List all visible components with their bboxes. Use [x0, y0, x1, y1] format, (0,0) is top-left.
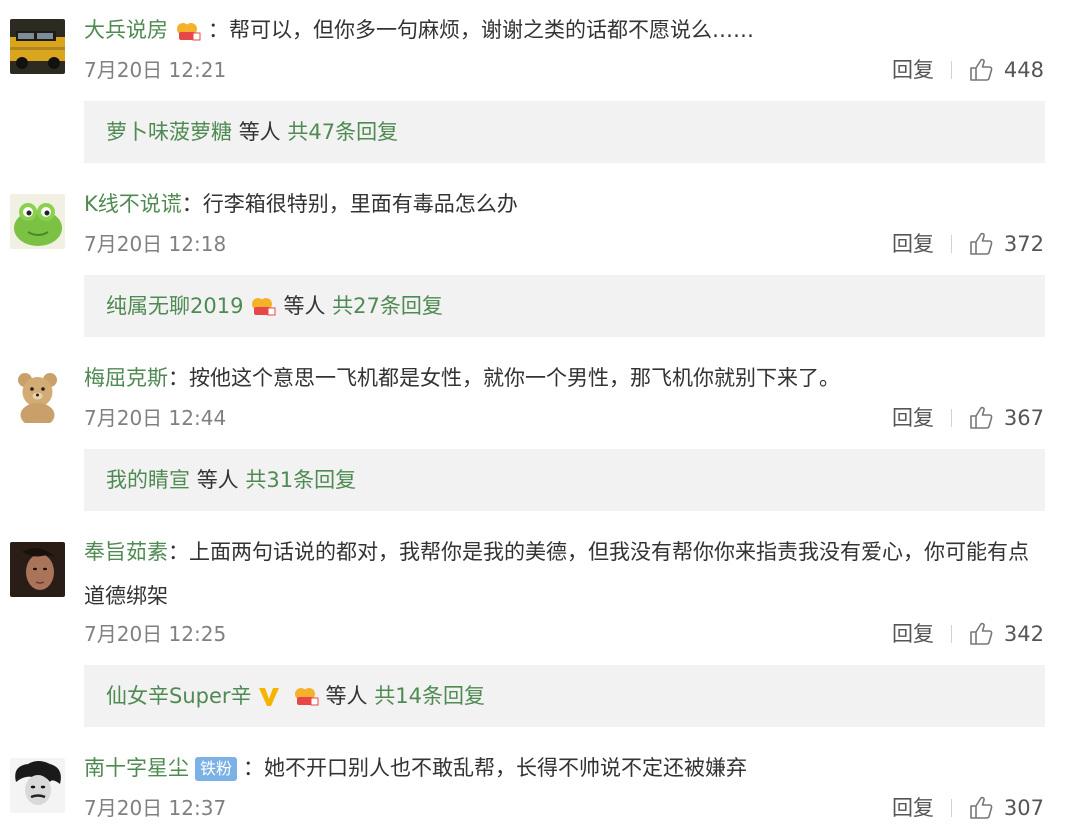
comment-content: 行李箱很特别，里面有毒品怎么办: [202, 192, 518, 216]
member-badge-icon: [294, 688, 319, 706]
reply-button[interactable]: 回复: [892, 55, 934, 85]
divider: [951, 799, 952, 817]
reply-preview[interactable]: 纯属无聊2019 等人 共27条回复: [84, 275, 1045, 337]
comment-meta: 7月20日 12:25 回复 342: [84, 619, 1044, 649]
avatar[interactable]: [10, 194, 65, 249]
timestamp: 7月20日 12:21: [84, 58, 227, 82]
comment-content: 上面两句话说的都对，我帮你是我的美德，但我没有帮你你来指责我没有爱心，你可能有点…: [84, 540, 1029, 608]
comment-meta: 7月20日 12:18 回复 372: [84, 229, 1044, 259]
comment-text: 奉旨茹素：上面两句话说的都对，我帮你是我的美德，但我没有帮你你来指责我没有爱心，…: [84, 540, 1029, 608]
comment-content: 按他这个意思一飞机都是女性，就你一个男性，那飞机你就别下来了。: [189, 366, 840, 390]
fan-badge: 铁粉: [195, 757, 238, 781]
reply-button[interactable]: 回复: [892, 403, 934, 433]
verified-v-icon: [258, 688, 279, 706]
divider: [951, 235, 952, 253]
reply-user-link[interactable]: 仙女辛Super辛: [106, 665, 252, 727]
comment-meta: 7月20日 12:37 回复 307: [84, 793, 1044, 823]
thumbs-up-icon: [970, 232, 993, 255]
einstein-avatar-icon: [10, 758, 65, 813]
like-count: 367: [1003, 406, 1044, 430]
avatar[interactable]: [10, 542, 65, 597]
teddy-bear-avatar-icon: [10, 368, 65, 423]
thumbs-up-icon: [970, 622, 993, 645]
reply-count-link[interactable]: 共14条回复: [374, 665, 485, 727]
avatar[interactable]: [10, 19, 65, 74]
thumbs-up-icon: [970, 406, 993, 429]
comment-meta: 7月20日 12:21 回复 448: [84, 55, 1044, 85]
username-link[interactable]: K线不说谎: [84, 192, 182, 216]
like-button[interactable]: 367: [968, 403, 1044, 433]
like-count: 448: [1003, 58, 1044, 82]
like-button[interactable]: 307: [968, 793, 1044, 823]
thumbs-up-icon: [970, 796, 993, 819]
like-count: 372: [1003, 232, 1044, 256]
green-frog-avatar-icon: [10, 194, 65, 249]
reply-count-link[interactable]: 共31条回复: [245, 449, 356, 511]
reply-preview[interactable]: 萝卜味菠萝糖 等人 共47条回复: [84, 101, 1045, 163]
reply-button[interactable]: 回复: [892, 229, 934, 259]
like-count: 307: [1003, 796, 1044, 820]
divider: [951, 409, 952, 427]
portrait-avatar-icon: [10, 542, 65, 597]
comment-text: 南十字星尘 铁粉 ：她不开口别人也不敢乱帮，长得不帅说不定还被嫌弃: [84, 756, 748, 781]
like-button[interactable]: 448: [968, 55, 1044, 85]
comment-text: 梅屈克斯：按他这个意思一飞机都是女性，就你一个男性，那飞机你就别下来了。: [84, 366, 840, 390]
username-link[interactable]: 奉旨茹素: [84, 540, 168, 564]
comment-text: K线不说谎：行李箱很特别，里面有毒品怎么办: [84, 192, 518, 216]
timestamp: 7月20日 12:44: [84, 406, 227, 430]
like-button[interactable]: 342: [968, 619, 1044, 649]
reply-preview[interactable]: 我的睛宣 等人 共31条回复: [84, 449, 1045, 511]
like-count: 342: [1003, 622, 1044, 646]
member-badge-icon: [177, 23, 201, 41]
username-link[interactable]: 大兵说房: [84, 18, 168, 42]
reply-preview[interactable]: 仙女辛Super辛 等人 共14条回复: [84, 665, 1045, 727]
reply-user-link[interactable]: 萝卜味菠萝糖: [106, 101, 232, 163]
timestamp: 7月20日 12:25: [84, 622, 227, 646]
reply-button[interactable]: 回复: [892, 793, 934, 823]
reply-count-link[interactable]: 共27条回复: [332, 275, 443, 337]
comment-meta: 7月20日 12:44 回复 367: [84, 403, 1044, 433]
reply-button[interactable]: 回复: [892, 619, 934, 649]
car-avatar-icon: [10, 19, 65, 74]
timestamp: 7月20日 12:37: [84, 796, 227, 820]
avatar[interactable]: [10, 758, 65, 813]
divider: [951, 61, 952, 79]
divider: [951, 625, 952, 643]
thumbs-up-icon: [970, 58, 993, 81]
reply-user-link[interactable]: 我的睛宣: [106, 449, 190, 511]
avatar[interactable]: [10, 368, 65, 423]
comment-content: 她不开口别人也不敢乱帮，长得不帅说不定还被嫌弃: [264, 756, 748, 780]
like-button[interactable]: 372: [968, 229, 1044, 259]
reply-user-link[interactable]: 纯属无聊2019: [106, 275, 243, 337]
comment-content: 帮可以，但你多一句麻烦，谢谢之类的话都不愿说么……: [229, 18, 754, 42]
reply-count-link[interactable]: 共47条回复: [287, 101, 398, 163]
member-badge-icon: [252, 298, 276, 316]
username-link[interactable]: 梅屈克斯: [84, 366, 168, 390]
username-link[interactable]: 南十字星尘: [84, 756, 189, 780]
comment-text: 大兵说房 ：帮可以，但你多一句麻烦，谢谢之类的话都不愿说么……: [84, 18, 754, 42]
timestamp: 7月20日 12:18: [84, 232, 227, 256]
